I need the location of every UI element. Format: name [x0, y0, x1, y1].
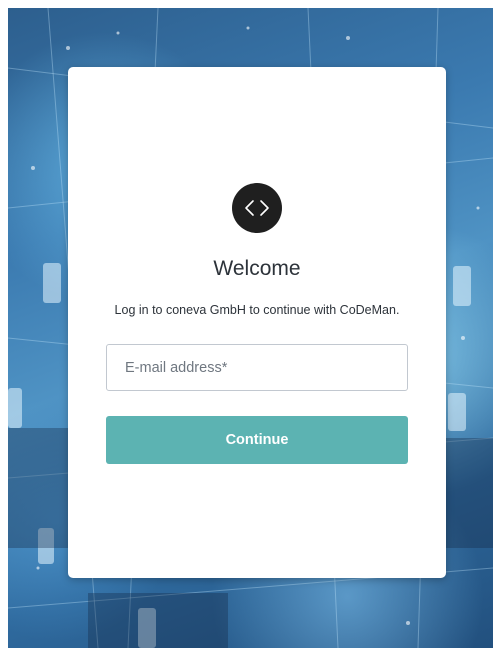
- email-input[interactable]: [107, 345, 407, 390]
- app-logo: [232, 183, 282, 233]
- email-field-wrapper: [106, 344, 408, 391]
- code-brackets-icon: [245, 200, 269, 216]
- continue-button[interactable]: Continue: [106, 416, 408, 464]
- login-card: Welcome Log in to coneva GmbH to continu…: [68, 67, 446, 578]
- login-subtitle: Log in to coneva GmbH to continue with C…: [114, 303, 400, 317]
- login-screen: Welcome Log in to coneva GmbH to continu…: [0, 0, 493, 648]
- page-title: Welcome: [213, 257, 301, 280]
